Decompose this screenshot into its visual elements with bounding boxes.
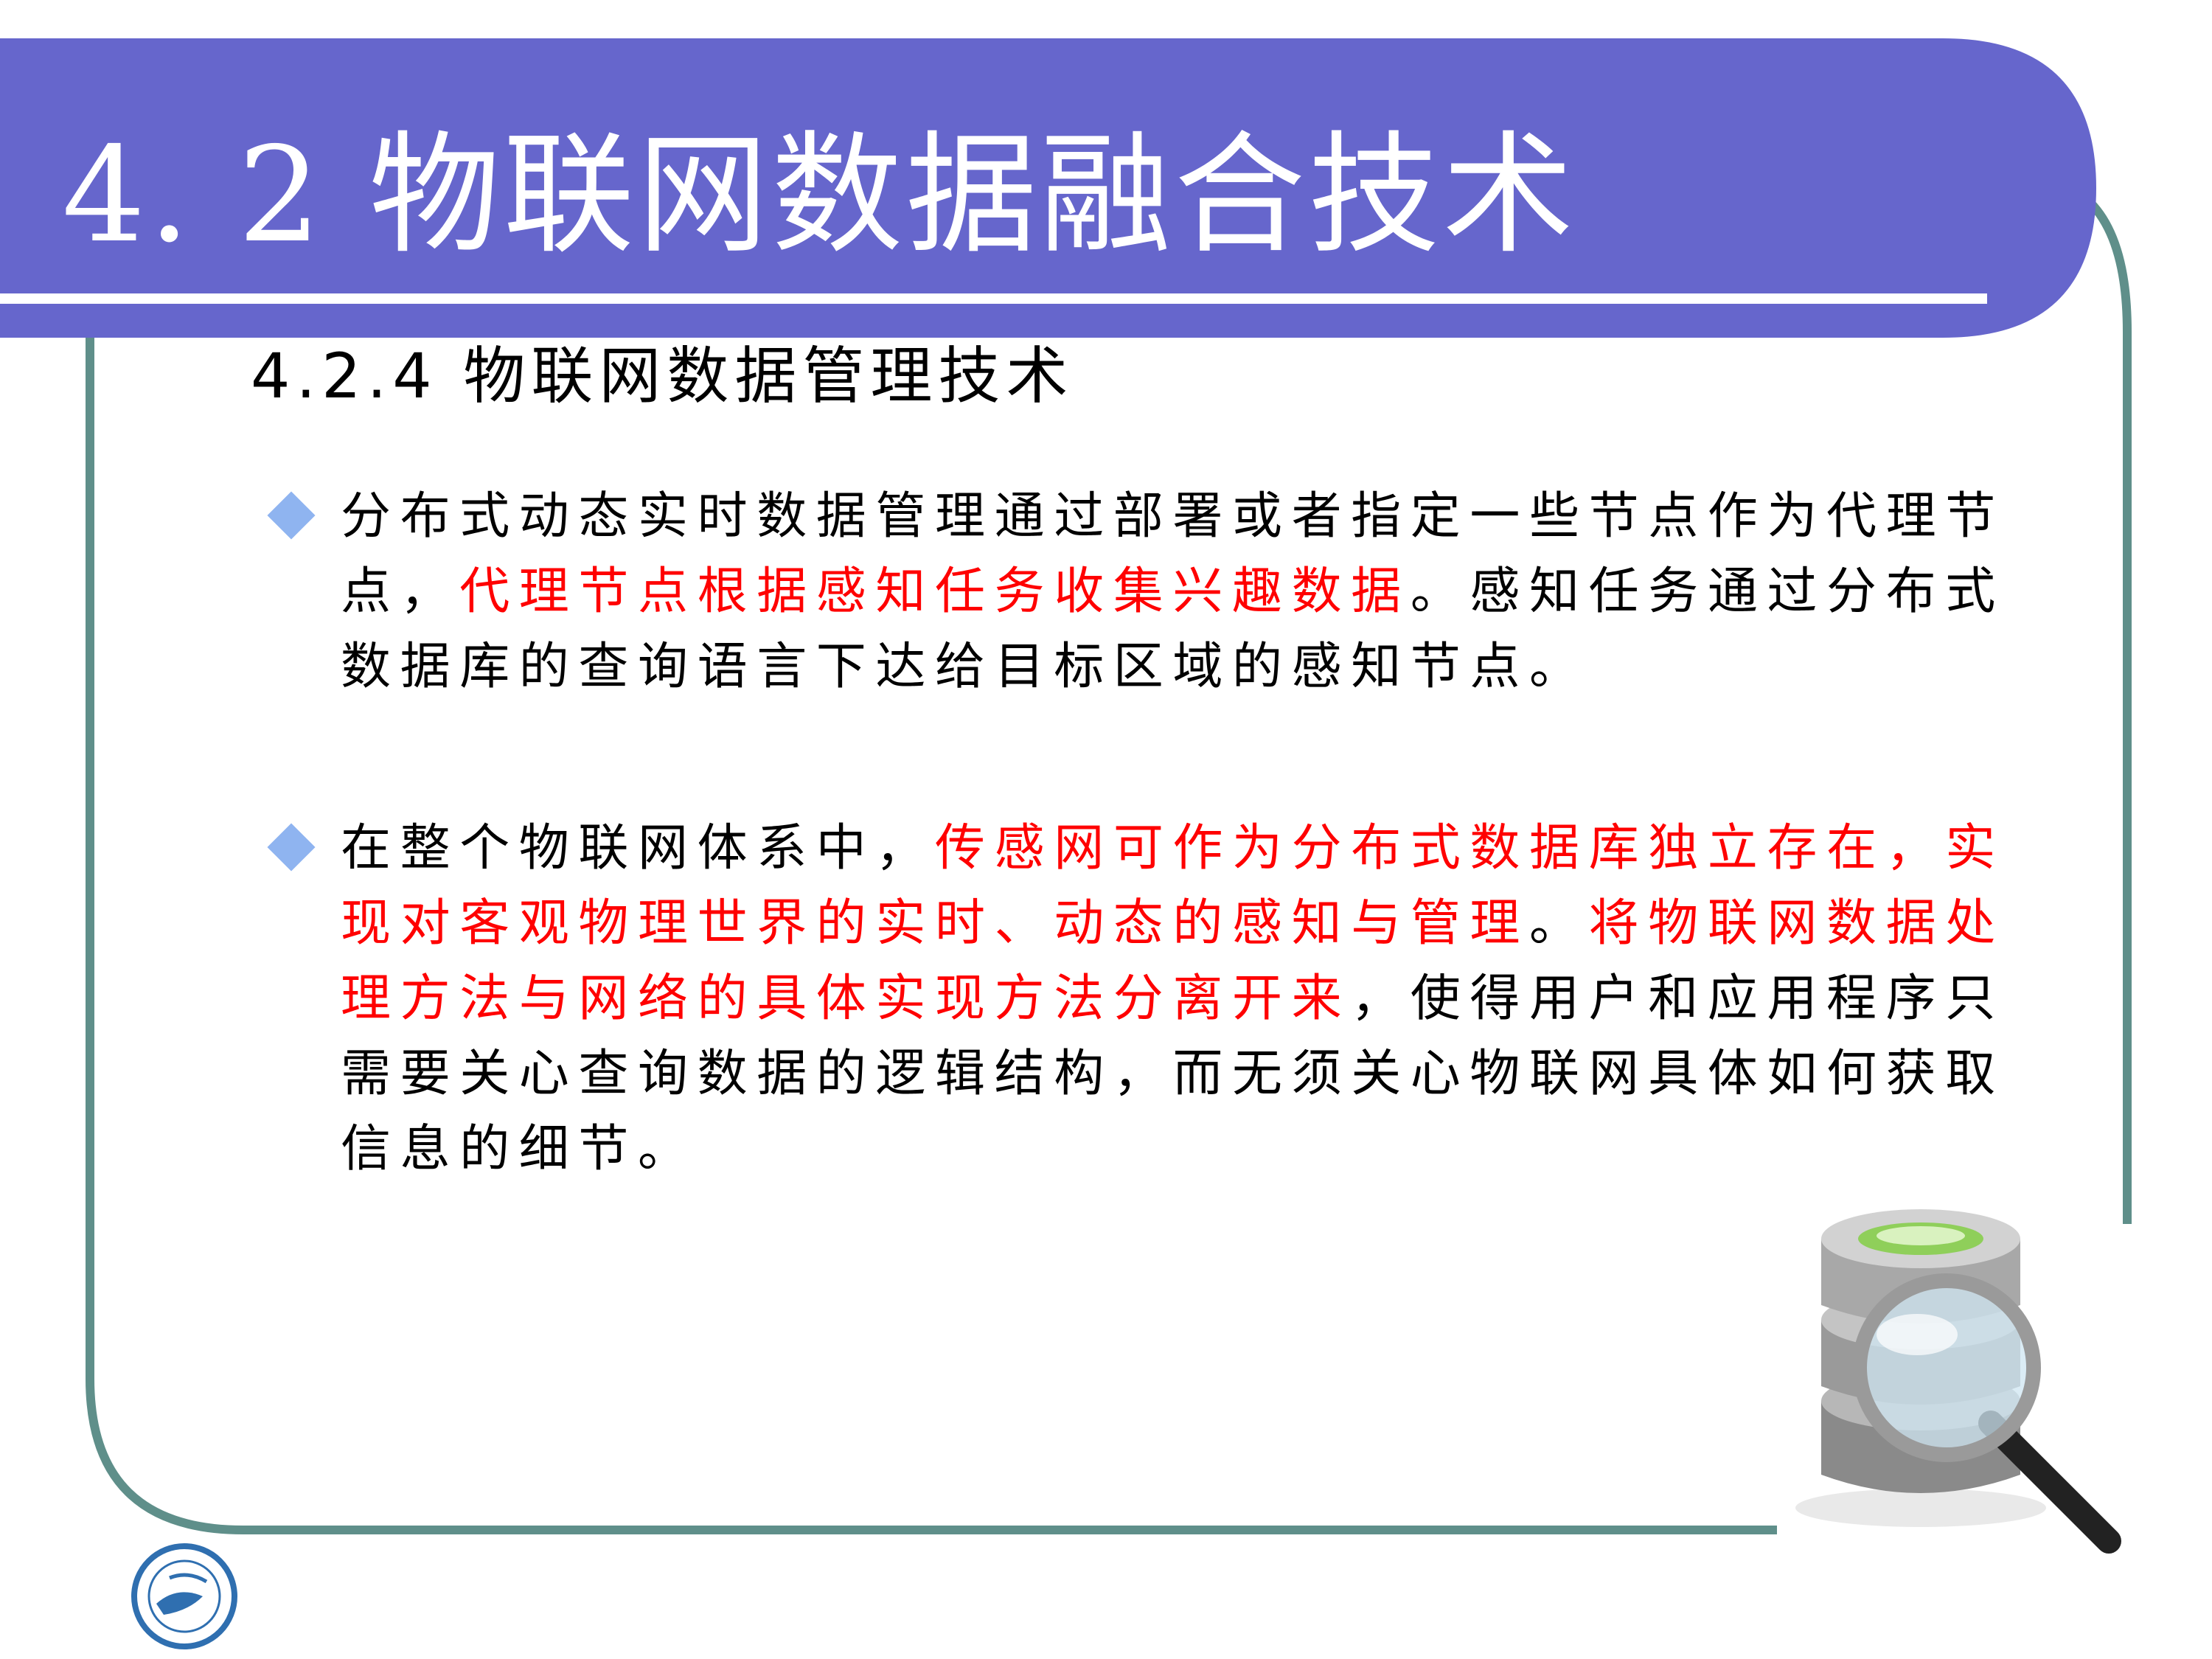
text-segment: 。 — [1529, 894, 1589, 953]
banner-underline — [0, 293, 1987, 304]
university-logo — [131, 1543, 237, 1649]
frame-right — [2083, 195, 2132, 1224]
slide-title: 4. 2 物联网数据融合技术 — [62, 119, 1577, 271]
text-segment: 在整个物联网体系中， — [341, 819, 936, 877]
bullet-paragraph: 在整个物联网体系中，传感网可作为分布式数据库独立存在，实现对客观物理世界的实时、… — [341, 811, 2037, 1187]
database-magnifier-icon — [1795, 1209, 2121, 1554]
bullet-paragraph: 分布式动态实时数据管理通过部署或者指定一些节点作为代理节点，代理节点根据感知任务… — [341, 479, 2037, 705]
highlighted-text: 代理节点根据感知任务收集兴趣数据 — [459, 563, 1411, 621]
section-subtitle: 4.2.4 物联网数据管理技术 — [251, 340, 1074, 412]
